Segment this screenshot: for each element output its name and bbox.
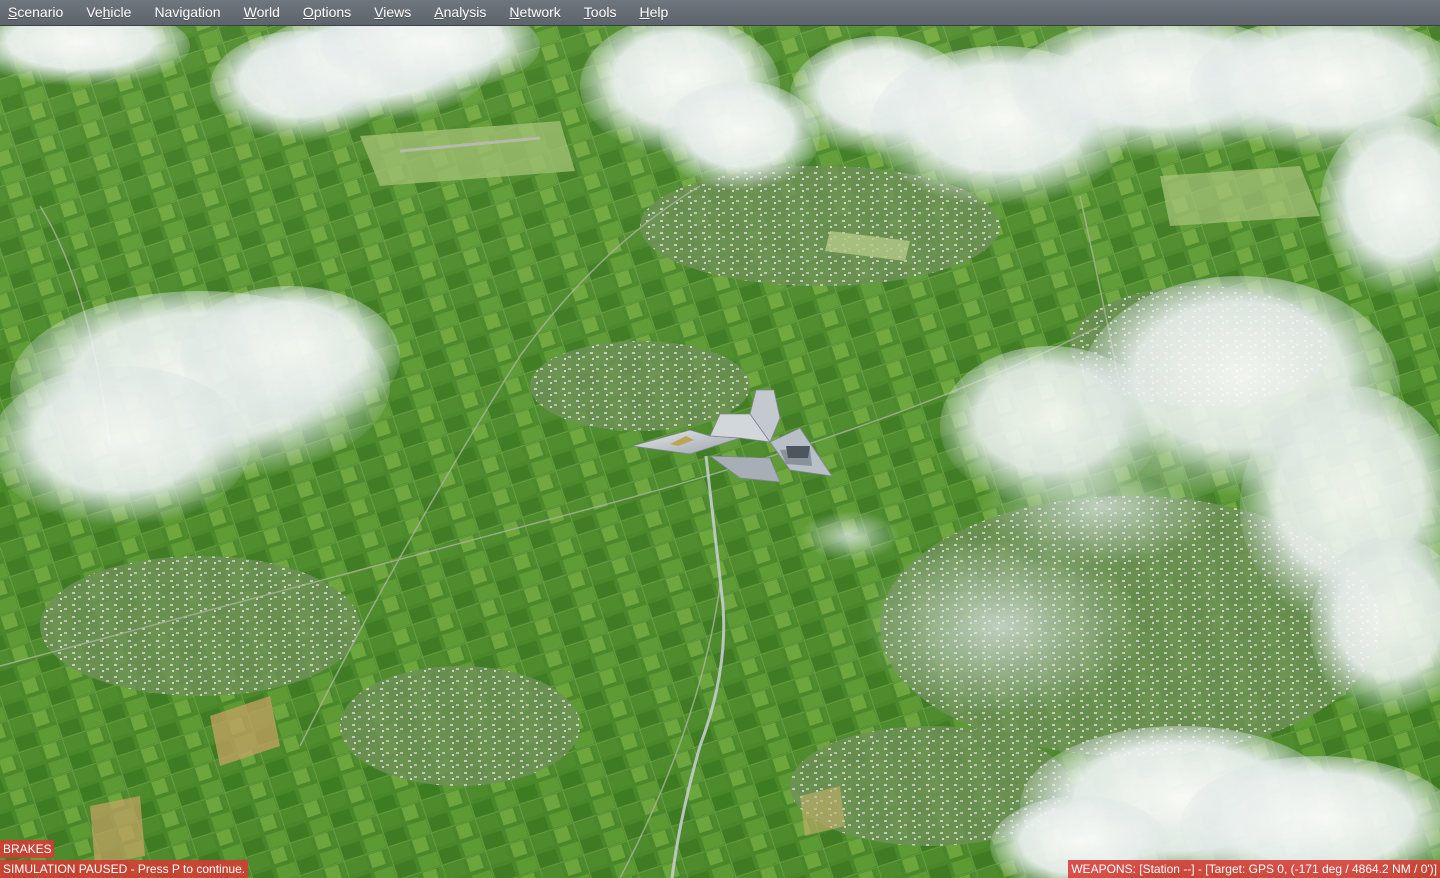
- menu-options[interactable]: Options: [295, 0, 362, 25]
- menu-scenario[interactable]: Scenario: [0, 0, 74, 25]
- menu-vehicle-pre: Ve: [86, 4, 103, 20]
- menu-scenario-accel: S: [8, 4, 18, 20]
- menu-world[interactable]: World: [236, 0, 291, 25]
- menu-help-label: elp: [649, 4, 669, 20]
- menu-vehicle-label: icle: [110, 4, 132, 20]
- menu-views-accel: V: [374, 4, 384, 20]
- menu-tools-label: ools: [590, 4, 617, 20]
- menu-network-label: etwork: [519, 4, 561, 20]
- menu-views[interactable]: Views: [366, 0, 422, 25]
- menu-options-accel: O: [302, 4, 314, 20]
- simulator-window: Scenario Vehicle Navigation World Option…: [0, 0, 1440, 878]
- menu-views-label: iews: [383, 4, 412, 20]
- menu-help[interactable]: Help: [631, 0, 679, 25]
- menu-navigation[interactable]: Navigation: [146, 0, 231, 25]
- status-simulation-paused: SIMULATION PAUSED - Press P to continue.: [0, 860, 249, 878]
- menu-world-accel: W: [243, 4, 257, 20]
- menu-help-accel: H: [639, 4, 650, 20]
- 3d-scene-viewport[interactable]: [0, 26, 1440, 878]
- menu-analysis-label: nalysis: [443, 4, 487, 20]
- menu-scenario-label: cenario: [17, 4, 64, 20]
- menu-bar: Scenario Vehicle Navigation World Option…: [0, 0, 1440, 26]
- menu-tools[interactable]: Tools: [576, 0, 628, 25]
- menu-options-label: ptions: [313, 4, 352, 20]
- menu-vehicle[interactable]: Vehicle: [78, 0, 142, 25]
- status-weapons: WEAPONS: [Station --] - [Target: GPS 0, …: [1068, 860, 1440, 878]
- menu-analysis-accel: A: [434, 4, 444, 20]
- menu-tools-accel: T: [583, 4, 591, 20]
- status-brakes: BRAKES: [0, 840, 54, 858]
- menu-analysis[interactable]: Analysis: [426, 0, 497, 25]
- menu-navigation-label: Navigation: [154, 4, 221, 20]
- scene-canvas: [0, 26, 1440, 878]
- menu-world-label: orld: [256, 4, 280, 20]
- menu-network[interactable]: Network: [501, 0, 571, 25]
- menu-network-accel: N: [509, 4, 520, 20]
